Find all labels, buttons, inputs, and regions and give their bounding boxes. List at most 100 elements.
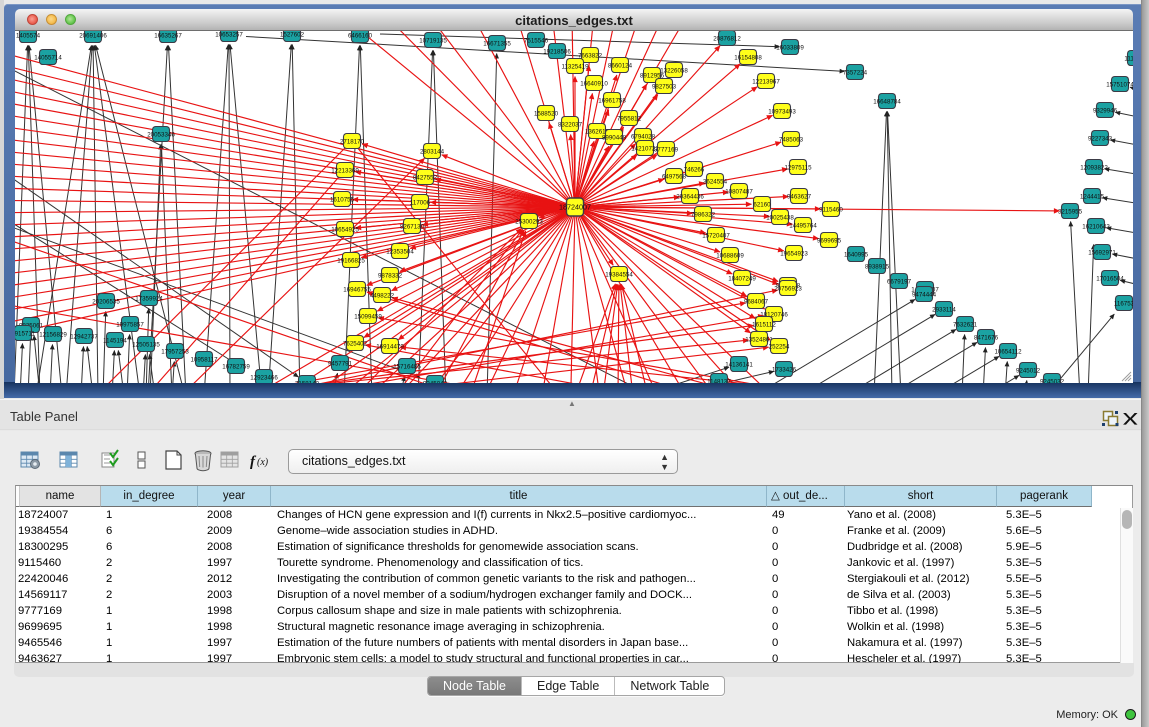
svg-text:1527602: 1527602 <box>280 31 305 38</box>
svg-text:16635267: 16635267 <box>154 32 182 39</box>
svg-text:13226058: 13226058 <box>660 67 688 74</box>
svg-text:18724007: 18724007 <box>559 203 591 212</box>
svg-text:6679197: 6679197 <box>887 278 912 285</box>
svg-text:62160: 62160 <box>753 201 771 208</box>
svg-text:1145194: 1145194 <box>103 337 127 344</box>
svg-text:117006: 117006 <box>410 199 431 206</box>
svg-text:14055714: 14055714 <box>34 54 62 61</box>
svg-text:16671355: 16671355 <box>483 40 511 47</box>
svg-text:1117534: 1117534 <box>1124 55 1133 62</box>
svg-text:17957253: 17957253 <box>161 348 189 355</box>
svg-text:7515546: 7515546 <box>524 37 549 44</box>
svg-text:16033809: 16033809 <box>776 44 804 51</box>
svg-text:10653257: 10653257 <box>215 31 243 38</box>
svg-text:8660124: 8660124 <box>608 62 633 69</box>
svg-text:9878332: 9878332 <box>378 272 403 279</box>
svg-text:9329946: 9329946 <box>1093 107 1118 114</box>
svg-text:16154808: 16154808 <box>734 54 762 61</box>
svg-text:19975857: 19975857 <box>116 321 144 328</box>
svg-text:9474444: 9474444 <box>912 291 937 298</box>
svg-text:12505135: 12505135 <box>132 341 160 348</box>
svg-text:10807487: 10807487 <box>725 188 753 195</box>
svg-text:12093822: 12093822 <box>1080 164 1108 171</box>
svg-text:19654923: 19654923 <box>780 250 808 257</box>
svg-text:9115460: 9115460 <box>819 206 843 213</box>
svg-text:1588520: 1588520 <box>534 110 559 117</box>
svg-text:116753: 116753 <box>1114 300 1133 307</box>
svg-text:6466160: 6466160 <box>348 32 373 39</box>
svg-text:15720407: 15720407 <box>702 232 730 239</box>
svg-text:8471676: 8471676 <box>974 334 999 341</box>
svg-text:7955812: 7955812 <box>617 115 642 122</box>
svg-text:9245032: 9245032 <box>1040 378 1065 383</box>
svg-text:25300293: 25300293 <box>515 218 543 225</box>
svg-text:7986322: 7986322 <box>691 211 716 218</box>
svg-text:16640910: 16640910 <box>580 80 608 87</box>
svg-text:17359924: 17359924 <box>135 295 163 302</box>
svg-text:8990448: 8990448 <box>602 134 627 141</box>
svg-text:10025438: 10025438 <box>766 214 794 221</box>
svg-text:(x): (x) <box>257 457 269 468</box>
svg-text:8322037: 8322037 <box>558 121 583 128</box>
svg-text:9245012: 9245012 <box>1016 367 1041 374</box>
svg-text:7158140: 7158140 <box>295 380 320 383</box>
svg-text:20691406: 20691406 <box>79 32 107 39</box>
svg-text:252254: 252254 <box>769 343 790 350</box>
svg-text:12213967: 12213967 <box>752 78 780 85</box>
svg-text:4498222: 4498222 <box>370 292 395 299</box>
svg-text:12923466: 12923466 <box>250 374 278 381</box>
svg-text:1244415: 1244415 <box>1080 193 1105 200</box>
svg-text:15751074: 15751074 <box>1106 81 1133 88</box>
svg-text:13524861: 13524861 <box>745 336 773 343</box>
svg-text:14136141: 14136141 <box>725 361 753 368</box>
svg-text:f: f <box>250 454 257 470</box>
svg-text:7625402: 7625402 <box>343 340 368 347</box>
svg-text:2933114: 2933114 <box>932 306 956 313</box>
svg-text:10688609: 10688609 <box>716 252 744 259</box>
svg-text:12213369: 12213369 <box>331 167 359 174</box>
svg-text:2718170: 2718170 <box>340 138 365 145</box>
svg-text:6794028: 6794028 <box>631 133 656 140</box>
svg-text:10719135: 10719135 <box>419 37 447 44</box>
svg-text:1733426: 1733426 <box>772 366 797 373</box>
svg-text:16961758: 16961758 <box>598 97 626 104</box>
svg-text:3215955: 3215955 <box>1058 208 1083 215</box>
svg-text:7632621: 7632621 <box>953 321 978 328</box>
svg-text:16210643: 16210643 <box>1082 223 1110 230</box>
svg-text:11325419: 11325419 <box>561 63 589 70</box>
svg-text:20364436: 20364436 <box>676 193 704 200</box>
svg-text:3624554: 3624554 <box>703 178 728 185</box>
svg-text:9699695: 9699695 <box>817 237 842 244</box>
svg-text:14495764: 14495764 <box>789 222 817 229</box>
svg-text:20876812: 20876812 <box>713 35 741 42</box>
svg-text:16914479: 16914479 <box>376 343 404 350</box>
svg-text:1610755: 1610755 <box>330 196 355 203</box>
svg-text:6497568: 6497568 <box>662 173 687 180</box>
svg-text:12942737: 12942737 <box>70 333 98 340</box>
svg-text:15692971: 15692971 <box>1088 249 1116 256</box>
svg-text:9227343: 9227343 <box>1088 135 1113 142</box>
svg-text:12353504: 12353504 <box>386 248 414 255</box>
svg-text:20756923: 20756923 <box>774 285 802 292</box>
svg-text:746266: 746266 <box>684 166 705 173</box>
svg-text:9827503: 9827503 <box>652 83 677 90</box>
svg-text:19218506: 19218506 <box>543 48 571 55</box>
svg-text:3915711: 3915711 <box>15 330 35 337</box>
svg-text:9777169: 9777169 <box>654 146 679 153</box>
svg-text:8938915: 8938915 <box>865 263 890 270</box>
svg-text:1405574: 1405574 <box>16 32 41 39</box>
svg-text:20053346: 20053346 <box>147 131 175 138</box>
svg-text:7357224: 7357224 <box>843 69 868 76</box>
svg-text:10654925: 10654925 <box>331 226 359 233</box>
svg-text:8427552: 8427552 <box>413 174 438 181</box>
svg-text:15716485: 15716485 <box>393 363 421 370</box>
svg-text:20206535: 20206535 <box>92 298 120 305</box>
svg-text:10973493: 10973493 <box>768 108 796 115</box>
svg-text:1640995: 1640995 <box>844 251 869 258</box>
svg-text:18407249: 18407249 <box>728 275 756 282</box>
svg-text:16648784: 16648784 <box>873 98 901 105</box>
svg-text:1148137: 1148137 <box>707 378 731 383</box>
svg-text:7485063: 7485063 <box>779 136 804 143</box>
svg-text:19384554: 19384554 <box>605 271 633 278</box>
svg-text:10654112: 10654112 <box>994 348 1022 355</box>
